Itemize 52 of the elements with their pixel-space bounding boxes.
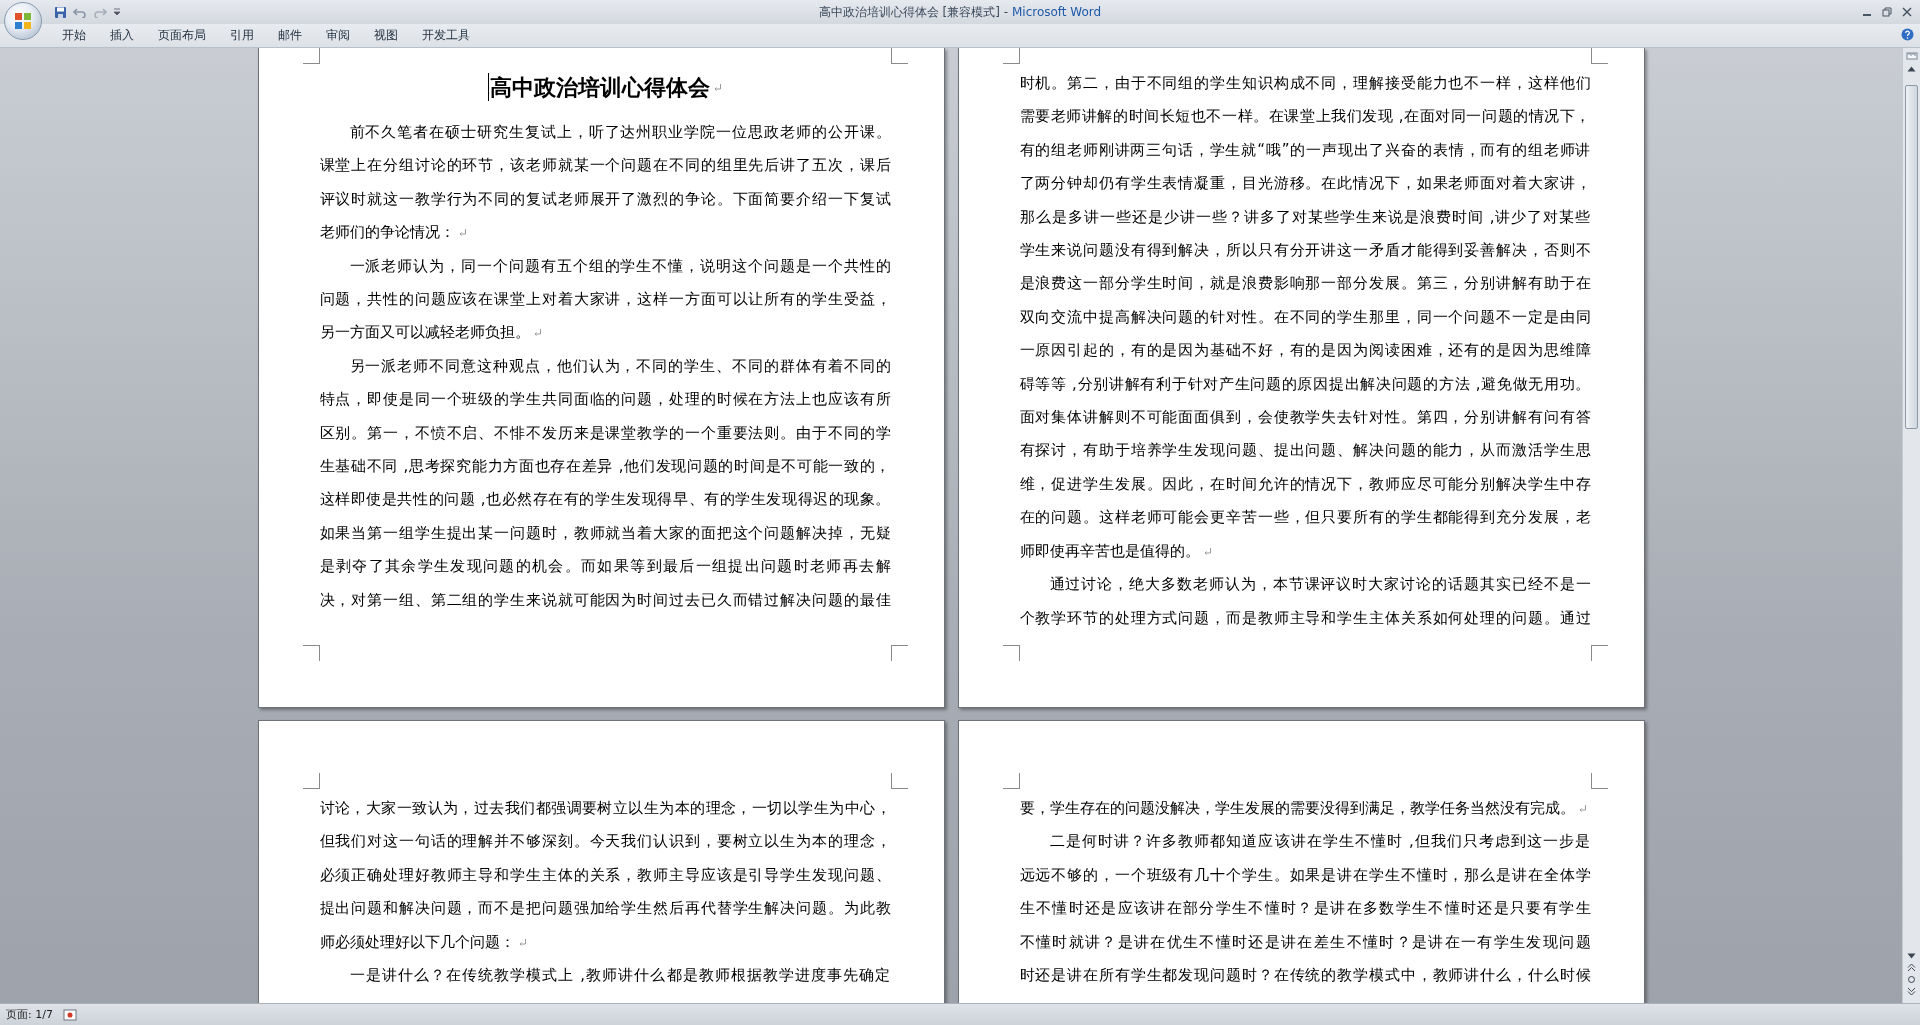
page-count[interactable]: 页面: 1/7 (6, 1007, 53, 1022)
restore-icon[interactable] (1882, 7, 1892, 17)
corner-mark-icon (890, 645, 908, 661)
ribbon-tab[interactable]: 邮件 (266, 24, 314, 47)
paragraph: 一派老师认为，同一个问题有五个组的学生不懂，说明这个问题是一个共性的 问题，共性的问题应该在课堂上对着大家讲，这样一方面可以让所有的学生受益， 另一方面又可以减轻老师负担。 (319, 255, 891, 344)
paragraph-mark-icon (713, 82, 722, 92)
dropdown-icon[interactable] (113, 6, 121, 18)
office-button[interactable] (4, 2, 42, 40)
browse-object-icon[interactable] (1907, 975, 1916, 984)
scrollbar-thumb[interactable] (1905, 85, 1918, 429)
corner-mark-icon (1002, 645, 1020, 661)
scroll-down-icon[interactable] (1907, 953, 1916, 960)
paragraph: 要，学生存在的问题没解决，学生发展的需要没得到满足，教学任务当然没有完成。 (1019, 792, 1591, 826)
corner-mark-icon (302, 48, 320, 64)
paragraph: 前不久笔者在硕士研究生复试上，听了达州职业学院一位思政老师的公开课。 课堂上在分组讨论的环节，该老师就某一个问题在不同的组里先后讲了五次，课后 评议时就这一教学行为不同的复试老师展开了激烈的争论。下面简要介绍一下复试 老师们的争论情况： (319, 122, 891, 244)
next-page-icon[interactable] (1907, 987, 1916, 996)
paragraph-mark-icon (1577, 804, 1587, 813)
ribbon-tab[interactable]: 视图 (362, 24, 410, 47)
paragraph-mark-icon (1202, 546, 1212, 556)
window-title: 高中政治培训心得体会 [兼容模式] - Microsoft Word (818, 3, 1102, 21)
corner-mark-icon (890, 48, 908, 64)
document-title: 高中政治培训心得体会 (319, 67, 891, 107)
ribbon-tab[interactable]: 页面布局 (146, 24, 218, 47)
paragraph: 另一派老师不同意这种观点，他们认为，不同的学生、不同的群体有着不同的 特点，即使是同一个班级的学生共同面临的问题，处理的时候在方法上也应该有所 区别。第一，不愤不启、不悱不发历来是课堂教学的一个重要法则。由于不同的学 生基础不同 ,思考探究能力方面也存在差异 ,他们发现问题的时间是不可能一致的， 这样即使是共性的问题 ,也必然存在有的学生发现得早、有的学生发现得迟的现象。 如果当第一组学生提出某一问题时，教师就当着大家的面把这个问题解决掉，无疑 是剥夺了其余学生发现问题的机会。而如果等到最后一组提出问题时老师再去解 决，对第一组、第二组的学生来说就可能因为时间过去已久而错过解决问题的最佳 (319, 355, 891, 611)
paragraph: 二是何时讲？许多教师都知道应该讲在学生不懂时 ,但我们只考虑到这一步是 远远不够的，一个班级有几十个学生。如果是讲在学生不懂时，那么是讲在全体学 生不懂时还是应该讲在部分学生不懂时？是讲在多数学生不懂时还是只要有学生 不懂时就讲？是讲在优生不懂时还是讲在差生不懂时？是讲在一有学生发现问题 时还是讲在所有学生都发现问题时？在传统的教学模式中，教师讲什么，什么时候 (1019, 831, 1591, 987)
paragraph: 通过讨论，绝大多数老师认为，本节课评议时大家讨论的话题其实已经不是一 个教学环节的处理方式问题，而是教师主导和学生主体关系如何处理的问题。通过 (1019, 574, 1591, 629)
corner-mark-icon (302, 645, 320, 661)
save-icon[interactable] (54, 5, 67, 19)
corner-mark-icon (1002, 48, 1020, 64)
corner-mark-icon (1590, 773, 1608, 789)
paragraph: 一是讲什么？在传统教学模式上 ,教师讲什么都是教师根据教学进度事先确定 (348, 965, 891, 987)
paragraph-mark-icon (532, 328, 542, 338)
paragraph: 讨论，大家一致认为，过去我们都强调要树立以生为本的理念，一切以学生为中心， 但我们对这一句话的理解并不够深刻。今天我们认识到，要树立以生为本的理念， 必须正确处理好教师主导和学生主体的关系，教师主导应该是引导学生发现问题、 提出问题和解决问题，而不是把问题强加给学生然后再代替学生解决问题。为此教 师必须处理好以下几个问题： (319, 798, 891, 953)
ribbon-tab[interactable]: 开始 (50, 24, 98, 47)
paragraph-mark-icon (457, 228, 467, 238)
scroll-up-icon[interactable] (1907, 65, 1916, 72)
help-icon[interactable] (1901, 28, 1914, 41)
macro-record-icon[interactable] (62, 1008, 77, 1021)
corner-mark-icon (890, 773, 908, 789)
previous-page-icon[interactable] (1907, 963, 1916, 972)
paragraph-mark-icon (517, 937, 527, 947)
office-logo-icon (13, 11, 33, 31)
ribbon-tab[interactable]: 引用 (218, 24, 266, 47)
ribbon-tab[interactable]: 插入 (98, 24, 146, 47)
corner-mark-icon (1590, 48, 1608, 64)
close-icon[interactable] (1902, 7, 1912, 17)
corner-mark-icon (1002, 773, 1020, 789)
paragraph: 时机。第二，由于不同组的学生知识构成不同，理解接受能力也不一样，这样他们 需要老师讲解的时间长短也不一样。在课堂上我们发现 ,在面对同一问题的情况下， 有的组老师刚讲两三句话，学生就“哦”的一声现出了兴奋的表情，而有的组老师讲 了两分钟却仍有学生表情凝重，目光游移。在此情况下，如果老师面对着大家讲， 那么是多讲一些还是少讲一些？讲多了对某些学生来说是浪费时间 ,讲少了对某些 学生来说问题没有得到解决，所以只有分开讲这一矛盾才能得到妥善解决，否则不 是浪费这一部分学生时间，就是浪费影响那一部分发展。第三，分别讲解有助于在 双向交流中提高解决问题的针对性。在不同的学生那里，同一个问题不一定是由同 一原因引起的，有的是因为基础不好，有的是因为阅读困难，还有的是因为思维障 碍等等 ,分别讲解有利于针对产生问题的原因提出解决问题的方法 ,避免做无用功。 面对集体讲解则不可能面面俱到，会使教学失去针对性。第四，分别讲解有问有答 有探讨，有助于培养学生发现问题、提出问题、解决问题的能力，从而激活学生思 维，促进学生发展。因此，在时间允许的情况下，教师应尽可能分别解决学生中存 在的问题。这样老师可能会更辛苦一些，但只要所有的学生都能得到充分发展，老 师即使再辛苦也是值得的。 (1019, 73, 1591, 562)
corner-mark-icon (1590, 645, 1608, 661)
corner-mark-icon (302, 773, 320, 789)
ribbon-tab[interactable]: 审阅 (314, 24, 362, 47)
ribbon-tab[interactable]: 开发工具 (410, 24, 482, 47)
